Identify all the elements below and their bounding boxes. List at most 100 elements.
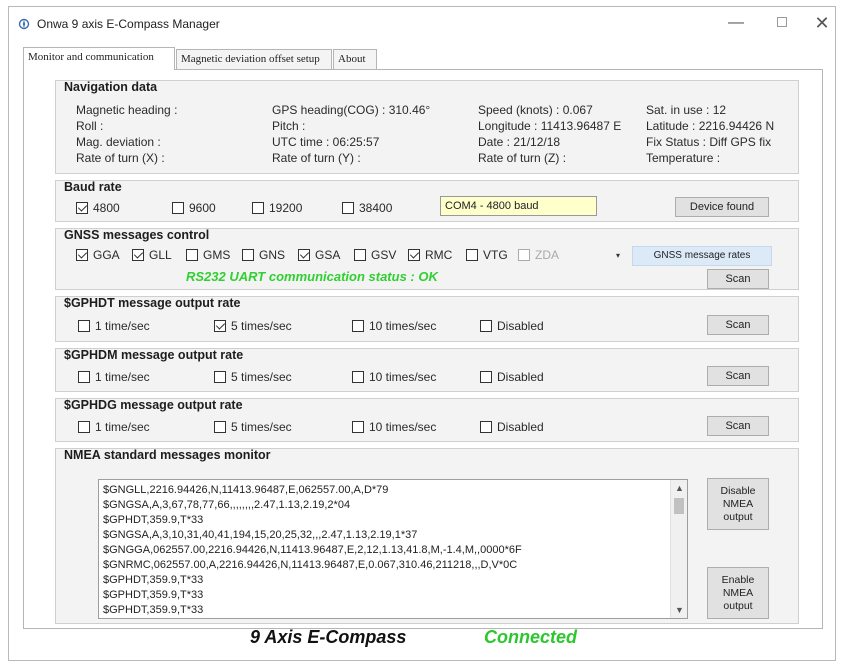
- gphdg-rate-title: $GPHDG message output rate: [64, 398, 243, 412]
- close-button[interactable]: ✕: [807, 13, 837, 33]
- scroll-down-icon[interactable]: ▼: [671, 602, 687, 618]
- maximize-button[interactable]: [767, 13, 797, 33]
- gnss-scan-button[interactable]: Scan: [707, 269, 769, 289]
- disable-nmea-output-button[interactable]: Disable NMEA output: [707, 478, 769, 530]
- baud-9600-checkbox[interactable]: 9600: [172, 201, 216, 215]
- checkbox-box: [76, 249, 88, 261]
- gphdt-5-times-checkbox[interactable]: 5 times/sec: [214, 319, 292, 333]
- gphdm-scan-button[interactable]: Scan: [707, 366, 769, 386]
- gphdt-1-time-label: 1 time/sec: [95, 319, 150, 333]
- latitude-readout: Latitude : 2216.94426 N: [646, 119, 775, 133]
- tab-monitor-communication[interactable]: Monitor and communication: [23, 47, 175, 70]
- gphdt-10-times-checkbox[interactable]: 10 times/sec: [352, 319, 436, 333]
- gphdg-5-times-checkbox[interactable]: 5 times/sec: [214, 420, 292, 434]
- scroll-up-icon[interactable]: ▲: [671, 480, 687, 496]
- nmea-line: $GNGSA,A,3,10,31,40,41,194,15,20,25,32,,…: [103, 529, 418, 541]
- gnss-zda-label: ZDA: [535, 248, 559, 262]
- gphdm-1-time-checkbox[interactable]: 1 time/sec: [78, 370, 150, 384]
- checkbox-box: [214, 371, 226, 383]
- gnss-gms-checkbox[interactable]: GMS: [186, 248, 230, 262]
- checkbox-box: [466, 249, 478, 261]
- enable-button-line: NMEA: [722, 587, 754, 599]
- gnss-gga-checkbox[interactable]: GGA: [76, 248, 120, 262]
- title-bar: Onwa 9 axis E-Compass Manager — ✕: [9, 7, 835, 39]
- baud-38400-checkbox[interactable]: 38400: [342, 201, 392, 215]
- temperature-label: Temperature :: [646, 151, 721, 165]
- gnss-messages-group: GNSS messages control GGA GLL GMS GNS GS…: [55, 228, 799, 290]
- gnss-gns-label: GNS: [259, 248, 286, 262]
- gphdg-1-time-checkbox[interactable]: 1 time/sec: [78, 420, 150, 434]
- gphdt-disabled-label: Disabled: [497, 319, 544, 333]
- baud-4800-label: 4800: [93, 201, 120, 215]
- gnss-gns-checkbox[interactable]: GNS: [242, 248, 285, 262]
- nmea-line: $GNGGA,062557.00,2216.94426,N,11413.9648…: [103, 544, 522, 556]
- checkbox-box: [408, 249, 420, 261]
- tab-about[interactable]: About: [333, 49, 377, 69]
- device-found-button[interactable]: Device found: [675, 197, 769, 217]
- pitch-label: Pitch :: [272, 119, 306, 133]
- gphdm-rate-title: $GPHDM message output rate: [64, 348, 244, 362]
- enable-nmea-output-button[interactable]: Enable NMEA output: [707, 567, 769, 619]
- checkbox-box: [78, 320, 90, 332]
- gphdg-rate-group: $GPHDG message output rate 1 time/sec 5 …: [55, 398, 799, 442]
- tab-magnetic-deviation-offset[interactable]: Magnetic deviation offset setup: [176, 49, 332, 69]
- compass-app-icon: [18, 18, 30, 30]
- nmea-line: $GNGSA,A,3,67,78,77,66,,,,,,,,2.47,1.13,…: [103, 499, 351, 511]
- baud-4800-checkbox[interactable]: 4800: [76, 201, 120, 215]
- gphdm-10-times-checkbox[interactable]: 10 times/sec: [352, 370, 436, 384]
- magnetic-heading-label: Magnetic heading :: [76, 103, 178, 117]
- gnss-gll-checkbox[interactable]: GLL: [132, 248, 172, 262]
- gphdt-10-times-label: 10 times/sec: [369, 319, 437, 333]
- checkbox-box: [352, 371, 364, 383]
- scrollbar-thumb[interactable]: [674, 498, 684, 514]
- gphdg-disabled-checkbox[interactable]: Disabled: [480, 420, 544, 434]
- checkbox-box: [252, 202, 264, 214]
- maximize-icon: [777, 17, 787, 27]
- gphdg-scan-button[interactable]: Scan: [707, 416, 769, 436]
- baud-19200-checkbox[interactable]: 19200: [252, 201, 302, 215]
- nmea-line: $GNRMC,062557.00,A,2216.94426,N,11413.96…: [103, 559, 518, 571]
- checkbox-box: [352, 421, 364, 433]
- gnss-gsv-checkbox[interactable]: GSV: [354, 248, 396, 262]
- enable-button-line: output: [723, 600, 753, 612]
- checkbox-box: [78, 371, 90, 383]
- gphdm-disabled-checkbox[interactable]: Disabled: [480, 370, 544, 384]
- gnss-gsa-checkbox[interactable]: GSA: [298, 248, 340, 262]
- nmea-scrollbar[interactable]: ▲ ▼: [670, 480, 687, 618]
- gphdg-5-times-label: 5 times/sec: [231, 420, 292, 434]
- gphdm-5-times-checkbox[interactable]: 5 times/sec: [214, 370, 292, 384]
- gnss-vtg-checkbox[interactable]: VTG: [466, 248, 508, 262]
- date-readout: Date : 21/12/18: [478, 135, 561, 149]
- minimize-button[interactable]: —: [721, 13, 751, 33]
- nmea-message-list[interactable]: $GNGLL,2216.94426,N,11413.96487,E,062557…: [98, 479, 688, 619]
- checkbox-box: [480, 371, 492, 383]
- rate-of-turn-y-label: Rate of turn (Y) :: [272, 151, 361, 165]
- gnss-gll-label: GLL: [149, 248, 172, 262]
- gnss-gms-label: GMS: [203, 248, 231, 262]
- rate-of-turn-x-label: Rate of turn (X) :: [76, 151, 165, 165]
- gphdt-disabled-checkbox[interactable]: Disabled: [480, 319, 544, 333]
- device-name-label: 9 Axis E-Compass: [250, 627, 407, 647]
- nmea-line: $GPHDT,359.9,T*33: [103, 574, 204, 586]
- checkbox-box: [298, 249, 310, 261]
- checkbox-box: [480, 320, 492, 332]
- navigation-data-title: Navigation data: [64, 80, 158, 94]
- gnss-message-rates-button[interactable]: GNSS message rates: [632, 246, 772, 266]
- gnss-rmc-checkbox[interactable]: RMC: [408, 248, 452, 262]
- gphdt-1-time-checkbox[interactable]: 1 time/sec: [78, 319, 150, 333]
- speed-readout: Speed (knots) : 0.067: [478, 103, 593, 117]
- monitor-panel: Navigation data Magnetic heading : GPS h…: [23, 69, 823, 629]
- gphdg-10-times-checkbox[interactable]: 10 times/sec: [352, 420, 436, 434]
- port-status-field: COM4 - 4800 baud: [440, 196, 597, 216]
- gphdt-scan-button[interactable]: Scan: [707, 315, 769, 335]
- checkbox-box: [76, 202, 88, 214]
- utc-time-readout: UTC time : 06:25:57: [272, 135, 380, 149]
- roll-label: Roll :: [76, 119, 104, 133]
- connection-status-label: Connected: [484, 627, 578, 647]
- checkbox-box: [186, 249, 198, 261]
- baud-9600-label: 9600: [189, 201, 216, 215]
- message-rate-dropdown-arrow-icon[interactable]: ▾: [616, 251, 620, 260]
- gphdt-rate-title: $GPHDT message output rate: [64, 296, 241, 310]
- gphdt-rate-group: $GPHDT message output rate 1 time/sec 5 …: [55, 296, 799, 342]
- checkbox-box: [78, 421, 90, 433]
